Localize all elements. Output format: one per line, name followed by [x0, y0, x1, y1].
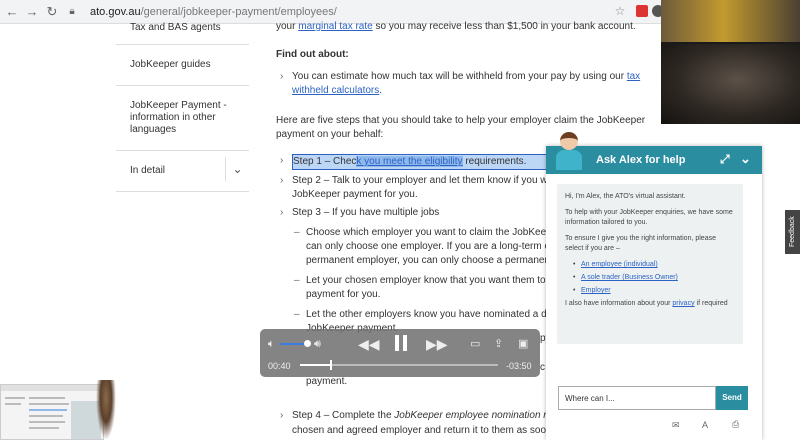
print-icon[interactable]: ⎙ [732, 419, 739, 430]
eligibility-link[interactable]: k you meet the eligibility [356, 156, 463, 167]
email-icon[interactable]: ✉ [672, 420, 680, 431]
webcam-feed-2 [661, 44, 800, 124]
sidebar-item-label: JobKeeper Payment - information in other… [130, 100, 227, 135]
text: Let your chosen employer know that you w… [306, 275, 546, 286]
ensure-text: To ensure I give you the right informati… [565, 235, 716, 252]
step-4: › Step 4 – Complete the JobKeeper employ… [276, 408, 556, 438]
option-employer: Employer [565, 286, 735, 296]
sidebar-item-label: JobKeeper guides [130, 59, 211, 70]
webcam-overlay [661, 0, 800, 124]
sidebar-item-in-detail[interactable]: In detail ⌄ [116, 151, 249, 192]
sidebar-item-tax-bas-agents[interactable]: Tax and BAS agents [116, 10, 249, 45]
employer-link[interactable]: Employer [581, 287, 611, 294]
video-player-controls: 🔈︎ 🔊︎ ◀◀ ▶▶ ▭ ⇪ ▣ 00:40 -03:50 [260, 329, 540, 377]
sidebar-item-label: In detail [130, 165, 166, 176]
reload-icon[interactable]: ↻ [44, 4, 60, 20]
greeting-text: Hi, I'm Alex, the ATO's virtual assistan… [565, 193, 686, 200]
list-item: You can estimate how much tax will be wi… [276, 70, 676, 98]
text: if required [694, 300, 728, 307]
sidebar-item-other-languages[interactable]: JobKeeper Payment - information in other… [116, 86, 249, 151]
expand-icon[interactable]: ⤢ [720, 152, 730, 167]
text: payment for you. [306, 289, 381, 300]
rewind-icon[interactable]: ◀◀ [358, 337, 380, 351]
chat-input[interactable]: Where can I... [558, 386, 716, 410]
text: permanent employer, you can only choose … [306, 255, 548, 266]
payment-text: payment. [306, 376, 348, 387]
text: Choose which employer you want to claim … [306, 227, 558, 238]
picture-in-picture-icon[interactable]: ▣ [518, 337, 528, 351]
volume-high-icon[interactable]: 🔊︎ [314, 337, 321, 351]
text: . [379, 85, 383, 96]
text: Let the other employers know you have no… [306, 309, 549, 320]
chat-title: Ask Alex for help [596, 154, 686, 166]
find-out-heading: Find out about: [276, 49, 349, 60]
webcam-feed-1 [661, 0, 800, 42]
progress-scrubber[interactable] [300, 360, 498, 370]
share-icon[interactable]: ⇪ [494, 337, 503, 351]
privacy-link[interactable]: privacy [672, 300, 694, 307]
text: Step 2 – Talk to your employer and let t… [292, 175, 548, 186]
sidebar-item-jobkeeper-guides[interactable]: JobKeeper guides [116, 45, 249, 86]
tax-rate-paragraph: your marginal tax rate so you may receiv… [276, 20, 676, 34]
send-button[interactable]: Send [716, 386, 748, 410]
sidebar-item-label: Tax and BAS agents [130, 22, 221, 33]
text: so you may receive less than $1,500 in y… [372, 21, 636, 32]
screen-share-thumbnail [0, 384, 104, 440]
intro-paragraph: Here are five steps that you should take… [276, 115, 646, 140]
text: Step 1 – Chec [293, 156, 357, 167]
webcam-figure [96, 380, 116, 440]
text: JobKeeper payment for you. [292, 189, 418, 200]
help-text: To help with your JobKeeper enquiries, w… [565, 209, 733, 226]
sidebar-nav: Tax and BAS agents JobKeeper guides JobK… [116, 10, 249, 192]
employee-link[interactable]: An employee (individual) [581, 261, 658, 268]
option-employee: An employee (individual) [565, 260, 735, 270]
privacy-text: I also have information about your priva… [565, 299, 735, 309]
chevron-down-icon[interactable]: ⌄ [225, 157, 249, 181]
chevron-down-icon[interactable]: ⌄ [740, 151, 751, 167]
extension-icon[interactable] [636, 5, 648, 17]
airplay-icon[interactable]: ▭ [470, 337, 480, 351]
sole-trader-link[interactable]: A sole trader (Business Owner) [581, 274, 678, 281]
chat-message: Hi, I'm Alex, the ATO's virtual assistan… [557, 184, 743, 344]
fast-forward-icon[interactable]: ▶▶ [426, 337, 448, 351]
option-sole-trader: A sole trader (Business Owner) [565, 273, 735, 283]
forward-icon[interactable]: → [24, 4, 40, 19]
text-fragment: c [540, 362, 545, 373]
text: You can estimate how much tax will be wi… [292, 71, 627, 82]
selected-text: Step 1 – Check you meet the eligibility … [292, 154, 550, 170]
text: Step 4 – Complete the [292, 410, 395, 421]
pause-icon[interactable] [394, 335, 408, 353]
bullet-icon: › [280, 410, 284, 421]
marginal-tax-rate-link[interactable]: marginal tax rate [298, 21, 372, 32]
text-size-icon[interactable]: A [702, 420, 708, 430]
text: can only choose one employer. If you are… [306, 241, 550, 252]
lock-icon: 🔒︎ [69, 6, 75, 17]
chat-footer: ✉ A ⎙ [546, 414, 762, 440]
remaining-time: -03:50 [506, 361, 532, 371]
chat-widget: Ask Alex for help ⤢ ⌄ Hi, I'm Alex, the … [546, 146, 762, 440]
back-icon[interactable]: ← [4, 4, 20, 19]
elapsed-time: 00:40 [268, 361, 291, 371]
text: chosen and agreed employer and return it… [292, 425, 552, 436]
volume-low-icon[interactable]: 🔈︎ [268, 337, 275, 351]
volume-slider[interactable] [280, 340, 311, 347]
assistant-avatar [554, 130, 584, 170]
feedback-tab[interactable]: Feedback [785, 210, 800, 254]
star-icon[interactable]: ☆ [614, 5, 626, 17]
text: I also have information about your [565, 300, 673, 307]
text: requirements. [462, 156, 527, 167]
text: your [276, 21, 299, 32]
nomination-form-name: JobKeeper employee nomination n [394, 410, 549, 421]
